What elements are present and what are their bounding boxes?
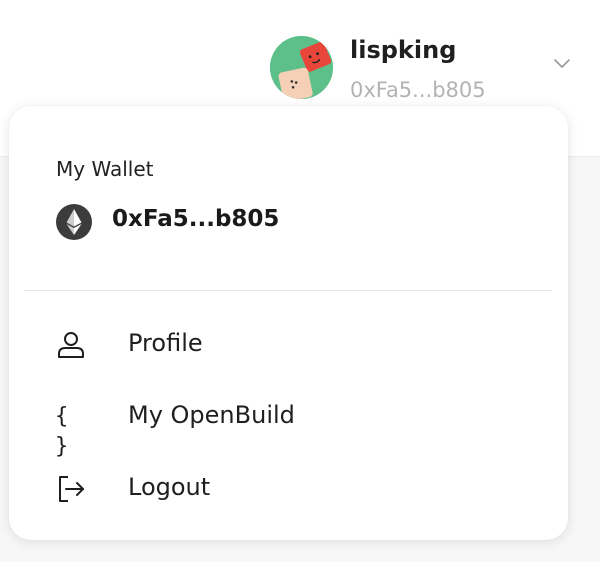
menu-item-label: Profile (128, 329, 203, 357)
wallet-address[interactable]: 0xFa5...b805 (112, 206, 279, 232)
header-wallet-address: 0xFa5...b805 (350, 78, 486, 102)
logout-icon (59, 476, 84, 502)
braces-icon: { } (55, 404, 71, 459)
menu-item-label: My OpenBuild (128, 401, 295, 429)
menu-item-label: Logout (128, 473, 211, 501)
avatar[interactable] (270, 36, 333, 99)
chevron-down-icon[interactable] (552, 56, 572, 70)
avatar-image (270, 36, 333, 99)
ethereum-icon (56, 204, 92, 240)
divider (24, 290, 552, 291)
wallet-label: My Wallet (56, 157, 154, 181)
user-icon (58, 332, 84, 358)
menu-item-my-openbuild[interactable]: { } My OpenBuild (24, 384, 552, 459)
username: lispking (350, 36, 457, 64)
menu-item-logout[interactable]: Logout (24, 456, 552, 520)
page: lispking 0xFa5...b805 My Wallet 0xFa5...… (0, 0, 600, 562)
user-dropdown-menu: My Wallet 0xFa5...b805 Profile { } My Op… (9, 106, 568, 540)
menu-item-profile[interactable]: Profile (24, 312, 552, 376)
user-menu-trigger[interactable]: lispking 0xFa5...b805 (270, 30, 580, 102)
